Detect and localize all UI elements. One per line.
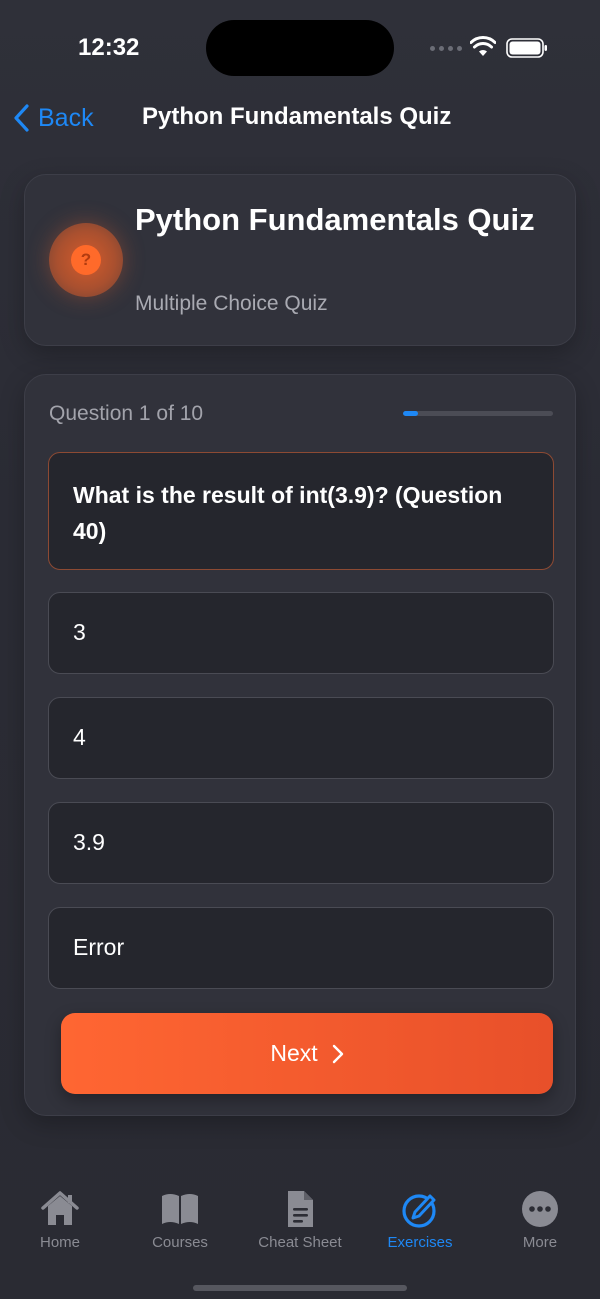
- tab-home[interactable]: Home: [0, 1188, 120, 1251]
- battery-icon: [506, 38, 547, 58]
- next-button[interactable]: Next: [61, 1013, 553, 1094]
- tab-label: Courses: [152, 1234, 208, 1251]
- dynamic-island: [206, 20, 394, 76]
- ellipsis-circle-icon: [522, 1191, 558, 1227]
- tab-label: Exercises: [387, 1234, 453, 1251]
- progress-fill: [403, 411, 418, 416]
- question-card: Question 1 of 10 What is the result of i…: [24, 374, 576, 1116]
- tab-label: Home: [39, 1234, 80, 1251]
- back-label: Back: [38, 103, 94, 132]
- answer-option[interactable]: 4: [48, 697, 554, 779]
- tab-label: More: [522, 1234, 558, 1251]
- quiz-badge: ?: [49, 223, 123, 297]
- back-button[interactable]: Back: [12, 100, 94, 136]
- home-indicator[interactable]: [193, 1285, 407, 1291]
- tab-cheat-sheet[interactable]: Cheat Sheet: [240, 1188, 360, 1251]
- chevron-right-icon: [332, 1044, 343, 1063]
- status-time: 12:32: [78, 34, 140, 61]
- progress-label: Question 1 of 10: [49, 402, 204, 425]
- progress-bar: [403, 411, 553, 416]
- tab-label: Cheat Sheet: [258, 1234, 342, 1251]
- wifi-icon: [470, 36, 496, 56]
- house-icon: [41, 1191, 79, 1225]
- question-mark-icon: ?: [71, 245, 101, 275]
- nav-title: Python Fundamentals Quiz: [142, 103, 452, 130]
- tab-exercises[interactable]: Exercises: [360, 1188, 480, 1251]
- answer-option[interactable]: Error: [48, 907, 554, 989]
- quiz-title: Python Fundamentals Quiz: [135, 202, 535, 237]
- document-icon: [288, 1191, 313, 1227]
- tab-courses[interactable]: Courses: [120, 1188, 240, 1251]
- tab-bar: Home Courses Cheat Sheet Exercises More: [0, 1170, 600, 1270]
- quiz-header-card: ? Python Fundamentals Quiz Multiple Choi…: [24, 174, 576, 346]
- answer-option[interactable]: 3: [48, 592, 554, 674]
- pencil-circle-icon: [402, 1194, 436, 1228]
- quiz-subtitle: Multiple Choice Quiz: [135, 292, 328, 315]
- cellular-signal-icon: [430, 46, 462, 51]
- tab-more[interactable]: More: [480, 1188, 600, 1251]
- book-icon: [162, 1194, 198, 1224]
- answer-option[interactable]: 3.9: [48, 802, 554, 884]
- question-text: What is the result of int(3.9)? (Questio…: [48, 452, 554, 570]
- chevron-left-icon: [14, 104, 29, 132]
- next-label: Next: [270, 1040, 318, 1066]
